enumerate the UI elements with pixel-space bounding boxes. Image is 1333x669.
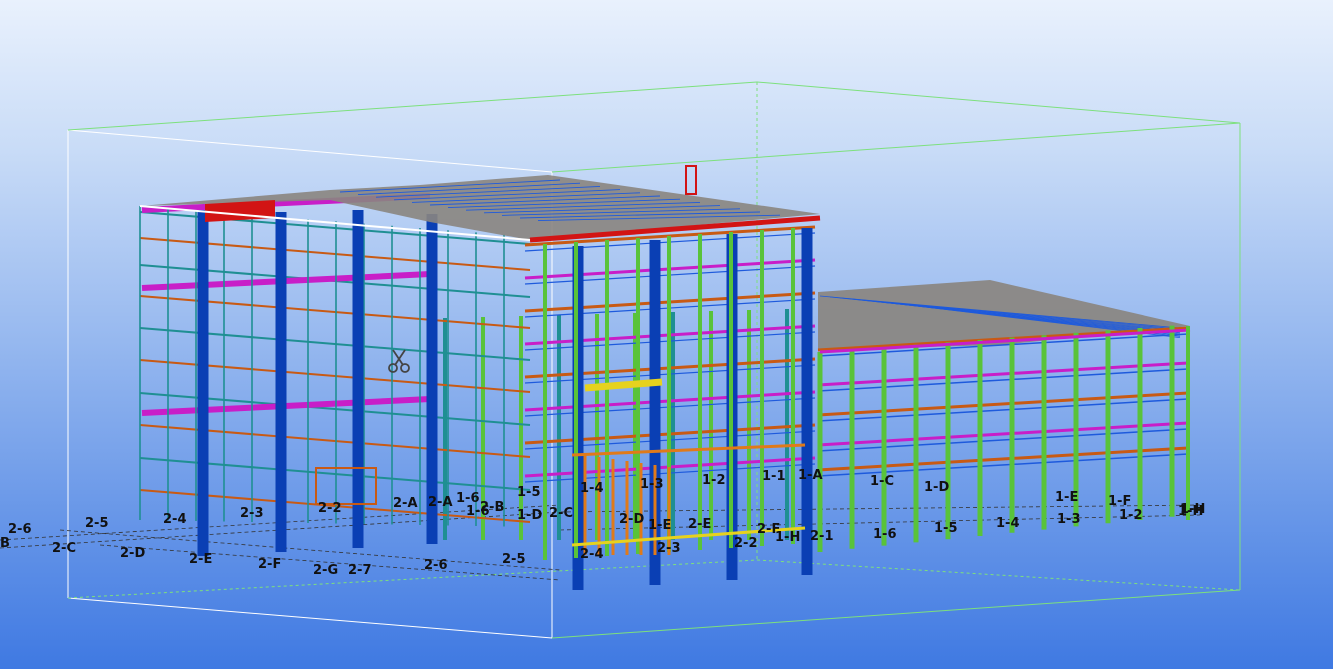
- grid-label: 1-6: [873, 527, 897, 542]
- roof-vent: [685, 165, 697, 195]
- box-edge: [67, 597, 553, 639]
- grid-label: 1-2: [1119, 508, 1143, 523]
- grid-label: 2-4: [163, 512, 187, 527]
- grid-label: 1-H: [1178, 504, 1204, 519]
- floor-beam: [817, 398, 1189, 422]
- grid-label: 1-4: [580, 481, 604, 496]
- grid-label: 2-6: [8, 522, 32, 537]
- grid-label: 1-3: [640, 477, 664, 492]
- grid-label: 2-2: [318, 501, 342, 516]
- grid-label: 2-G: [313, 563, 339, 578]
- box-edge: [551, 589, 1241, 639]
- floor-beam: [817, 453, 1189, 477]
- box-edge: [756, 559, 1241, 591]
- grid-label: 1-5: [934, 521, 958, 536]
- grid-label: 2-D: [120, 546, 146, 561]
- cut-plane-scissors-icon[interactable]: [386, 348, 412, 374]
- floor-beam: [817, 421, 1189, 447]
- grid-label: 2-5: [502, 552, 526, 567]
- grid-label: 1-5: [517, 485, 541, 500]
- box-edge: [67, 81, 758, 131]
- grid-label: 1-F: [1108, 494, 1132, 509]
- grid-label: 1-6: [466, 504, 490, 519]
- grid-label: 2-C: [52, 541, 76, 556]
- grid-label: 2-F: [258, 557, 282, 572]
- grid-label: 2-6: [424, 558, 448, 573]
- grid-label: 2-C: [549, 506, 573, 521]
- grid-label: 1-2: [702, 473, 726, 488]
- grid-label: 2-A: [393, 496, 418, 511]
- grid-label: 1-A: [798, 468, 823, 483]
- grid-label: 2-A: [428, 495, 453, 510]
- floor-beam: [817, 391, 1189, 417]
- grid-label: 2-7: [348, 563, 372, 578]
- grid-label: 1-E: [648, 518, 672, 533]
- grid-label: 2-1: [810, 529, 834, 544]
- box-edge: [67, 129, 553, 173]
- model-3d-viewport[interactable]: 2-6 2-5 2-4 2-3 2-2 2-A 2-A 1-6 2-B 1-5 …: [0, 0, 1333, 669]
- floor-beam: [817, 361, 1189, 387]
- grid-label: 1-E: [1055, 490, 1079, 505]
- grid-label: 1-3: [1057, 512, 1081, 527]
- grid-label: 1-C: [870, 474, 894, 489]
- grid-label: 1-D: [924, 480, 950, 495]
- box-edge: [551, 122, 1241, 173]
- roof-building-2[interactable]: [139, 165, 821, 243]
- building-2-structure[interactable]: [139, 193, 816, 590]
- grid-label: 1-D: [517, 508, 543, 523]
- grid-label: 2-E: [688, 517, 712, 532]
- grid-label: 2-3: [240, 506, 264, 521]
- grid-label: B: [0, 536, 10, 551]
- floor-beam: [817, 368, 1189, 392]
- grid-label: 1-H: [775, 530, 801, 545]
- floor-beam: [817, 446, 1189, 472]
- grid-label: 2-4: [580, 547, 604, 562]
- grid-label: 2-D: [619, 512, 645, 527]
- grid-label: 2-3: [657, 541, 681, 556]
- structural-model[interactable]: [0, 0, 1333, 669]
- grid-label: 1-1: [762, 469, 786, 484]
- work-area-box: [0, 81, 1241, 639]
- grid-label: 2-2: [734, 536, 758, 551]
- grid-label: 2-E: [189, 552, 213, 567]
- grid-label: 1-4: [996, 516, 1020, 531]
- box-edge: [756, 81, 1241, 124]
- grid-label: 2-5: [85, 516, 109, 531]
- floor-beam: [817, 428, 1189, 452]
